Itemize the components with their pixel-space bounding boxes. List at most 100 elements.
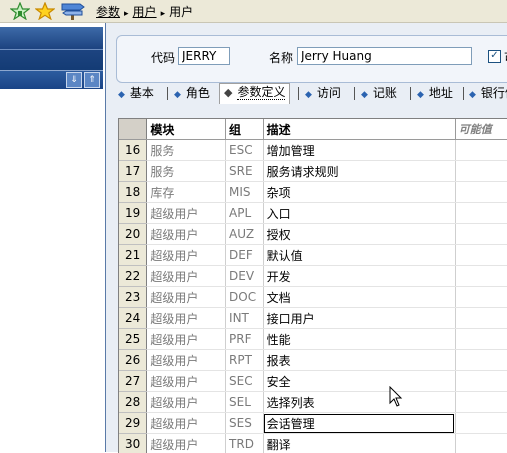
- table-row[interactable]: 27超级用户SEC安全: [119, 371, 507, 392]
- breadcrumb-link-params[interactable]: 参数: [96, 5, 120, 19]
- cell-group[interactable]: SEC: [226, 371, 264, 392]
- cell-possible-values[interactable]: [455, 245, 507, 266]
- cell-description[interactable]: 入口: [263, 203, 455, 224]
- cell-possible-values[interactable]: [455, 308, 507, 329]
- cell-description[interactable]: 文档: [263, 287, 455, 308]
- tab-param-definition[interactable]: ◆参数定义: [219, 83, 290, 104]
- cell-description[interactable]: 选择列表: [263, 392, 455, 413]
- cell-possible-values[interactable]: [455, 224, 507, 245]
- cell-description[interactable]: 性能: [263, 329, 455, 350]
- cell-module[interactable]: 超级用户: [147, 266, 226, 287]
- table-row[interactable]: 24超级用户INT接口用户: [119, 308, 507, 329]
- cell-group[interactable]: INT: [226, 308, 264, 329]
- cell-description[interactable]: 会话管理: [263, 413, 455, 434]
- checkbox[interactable]: ✓: [488, 50, 501, 63]
- tab-roles[interactable]: ◆角色: [174, 85, 210, 102]
- cell-group[interactable]: SRE: [226, 161, 264, 182]
- table-row[interactable]: 22超级用户DEV开发: [119, 266, 507, 287]
- expand-icon[interactable]: ⇑: [84, 72, 100, 88]
- cell-module[interactable]: 超级用户: [147, 287, 226, 308]
- cell-module[interactable]: 超级用户: [147, 392, 226, 413]
- cell-group[interactable]: DEF: [226, 245, 264, 266]
- cell-module[interactable]: 超级用户: [147, 224, 226, 245]
- tab-access[interactable]: ◆访问: [305, 85, 341, 102]
- cell-description[interactable]: 翻译: [263, 434, 455, 453]
- cell-possible-values[interactable]: [455, 413, 507, 434]
- cell-description[interactable]: 接口用户: [263, 308, 455, 329]
- cell-group[interactable]: DEV: [226, 266, 264, 287]
- home-star-icon[interactable]: [10, 2, 30, 20]
- cell-possible-values[interactable]: [455, 350, 507, 371]
- cell-possible-values[interactable]: [455, 287, 507, 308]
- cell-description[interactable]: 增加管理: [263, 140, 455, 161]
- name-input[interactable]: [297, 47, 472, 65]
- cell-group[interactable]: PRF: [226, 329, 264, 350]
- cell-group[interactable]: APL: [226, 203, 264, 224]
- column-header-group[interactable]: 组: [226, 119, 264, 140]
- cell-possible-values[interactable]: [455, 329, 507, 350]
- cell-group[interactable]: SEL: [226, 392, 264, 413]
- tab-accounting[interactable]: ◆记账: [361, 85, 397, 102]
- cell-module[interactable]: 超级用户: [147, 371, 226, 392]
- cell-description[interactable]: 默认值: [263, 245, 455, 266]
- table-row[interactable]: 29超级用户SES会话管理: [119, 413, 507, 434]
- cell-possible-values[interactable]: [455, 161, 507, 182]
- row-number: 28: [119, 392, 147, 413]
- cell-group[interactable]: DOC: [226, 287, 264, 308]
- cell-description[interactable]: 服务请求规则: [263, 161, 455, 182]
- tab-arrow-icon: ◆: [417, 90, 424, 100]
- cell-possible-values[interactable]: [455, 434, 507, 453]
- cell-possible-values[interactable]: [455, 371, 507, 392]
- table-row[interactable]: 18库存MIS杂项: [119, 182, 507, 203]
- tab-basic[interactable]: ◆基本: [118, 85, 154, 102]
- cell-module[interactable]: 超级用户: [147, 308, 226, 329]
- table-row[interactable]: 17服务SRE服务请求规则: [119, 161, 507, 182]
- cell-group[interactable]: RPT: [226, 350, 264, 371]
- table-row[interactable]: 30超级用户TRD翻译: [119, 434, 507, 453]
- tab-bank[interactable]: ◆银行信: [469, 85, 507, 102]
- signpost-icon[interactable]: [60, 2, 86, 20]
- cell-possible-values[interactable]: [455, 266, 507, 287]
- cell-module[interactable]: 库存: [147, 182, 226, 203]
- cell-possible-values[interactable]: [455, 182, 507, 203]
- cell-description[interactable]: 开发: [263, 266, 455, 287]
- row-number: 17: [119, 161, 147, 182]
- cell-module[interactable]: 服务: [147, 140, 226, 161]
- column-header-description[interactable]: 描述: [263, 119, 455, 140]
- cell-possible-values[interactable]: [455, 392, 507, 413]
- table-row[interactable]: 19超级用户APL入口: [119, 203, 507, 224]
- cell-module[interactable]: 超级用户: [147, 329, 226, 350]
- table-row[interactable]: 21超级用户DEF默认值: [119, 245, 507, 266]
- cell-module[interactable]: 超级用户: [147, 413, 226, 434]
- cell-module[interactable]: 超级用户: [147, 245, 226, 266]
- favorites-star-icon[interactable]: [35, 2, 55, 20]
- column-header-possible-values[interactable]: 可能值: [455, 119, 507, 140]
- cell-group[interactable]: MIS: [226, 182, 264, 203]
- cell-module[interactable]: 超级用户: [147, 350, 226, 371]
- cell-possible-values[interactable]: [455, 140, 507, 161]
- cell-description[interactable]: 杂项: [263, 182, 455, 203]
- cell-group[interactable]: TRD: [226, 434, 264, 453]
- tab-address[interactable]: ◆地址: [417, 85, 453, 102]
- cell-group[interactable]: AUZ: [226, 224, 264, 245]
- table-row[interactable]: 28超级用户SEL选择列表: [119, 392, 507, 413]
- cell-group[interactable]: SES: [226, 413, 264, 434]
- tab-arrow-icon: ◆: [174, 90, 181, 100]
- column-header-module[interactable]: 模块: [147, 119, 226, 140]
- collapse-icon[interactable]: ⇓: [66, 72, 82, 88]
- cell-module[interactable]: 超级用户: [147, 203, 226, 224]
- cell-group[interactable]: ESC: [226, 140, 264, 161]
- code-input[interactable]: [178, 47, 230, 65]
- cell-description[interactable]: 报表: [263, 350, 455, 371]
- cell-module[interactable]: 服务: [147, 161, 226, 182]
- table-row[interactable]: 20超级用户AUZ授权: [119, 224, 507, 245]
- table-row[interactable]: 25超级用户PRF性能: [119, 329, 507, 350]
- cell-description[interactable]: 授权: [263, 224, 455, 245]
- table-row[interactable]: 23超级用户DOC文档: [119, 287, 507, 308]
- table-row[interactable]: 16服务ESC增加管理: [119, 140, 507, 161]
- cell-module[interactable]: 超级用户: [147, 434, 226, 453]
- table-row[interactable]: 26超级用户RPT报表: [119, 350, 507, 371]
- cell-possible-values[interactable]: [455, 203, 507, 224]
- cell-description[interactable]: 安全: [263, 371, 455, 392]
- breadcrumb-link-users[interactable]: 用户: [133, 5, 157, 19]
